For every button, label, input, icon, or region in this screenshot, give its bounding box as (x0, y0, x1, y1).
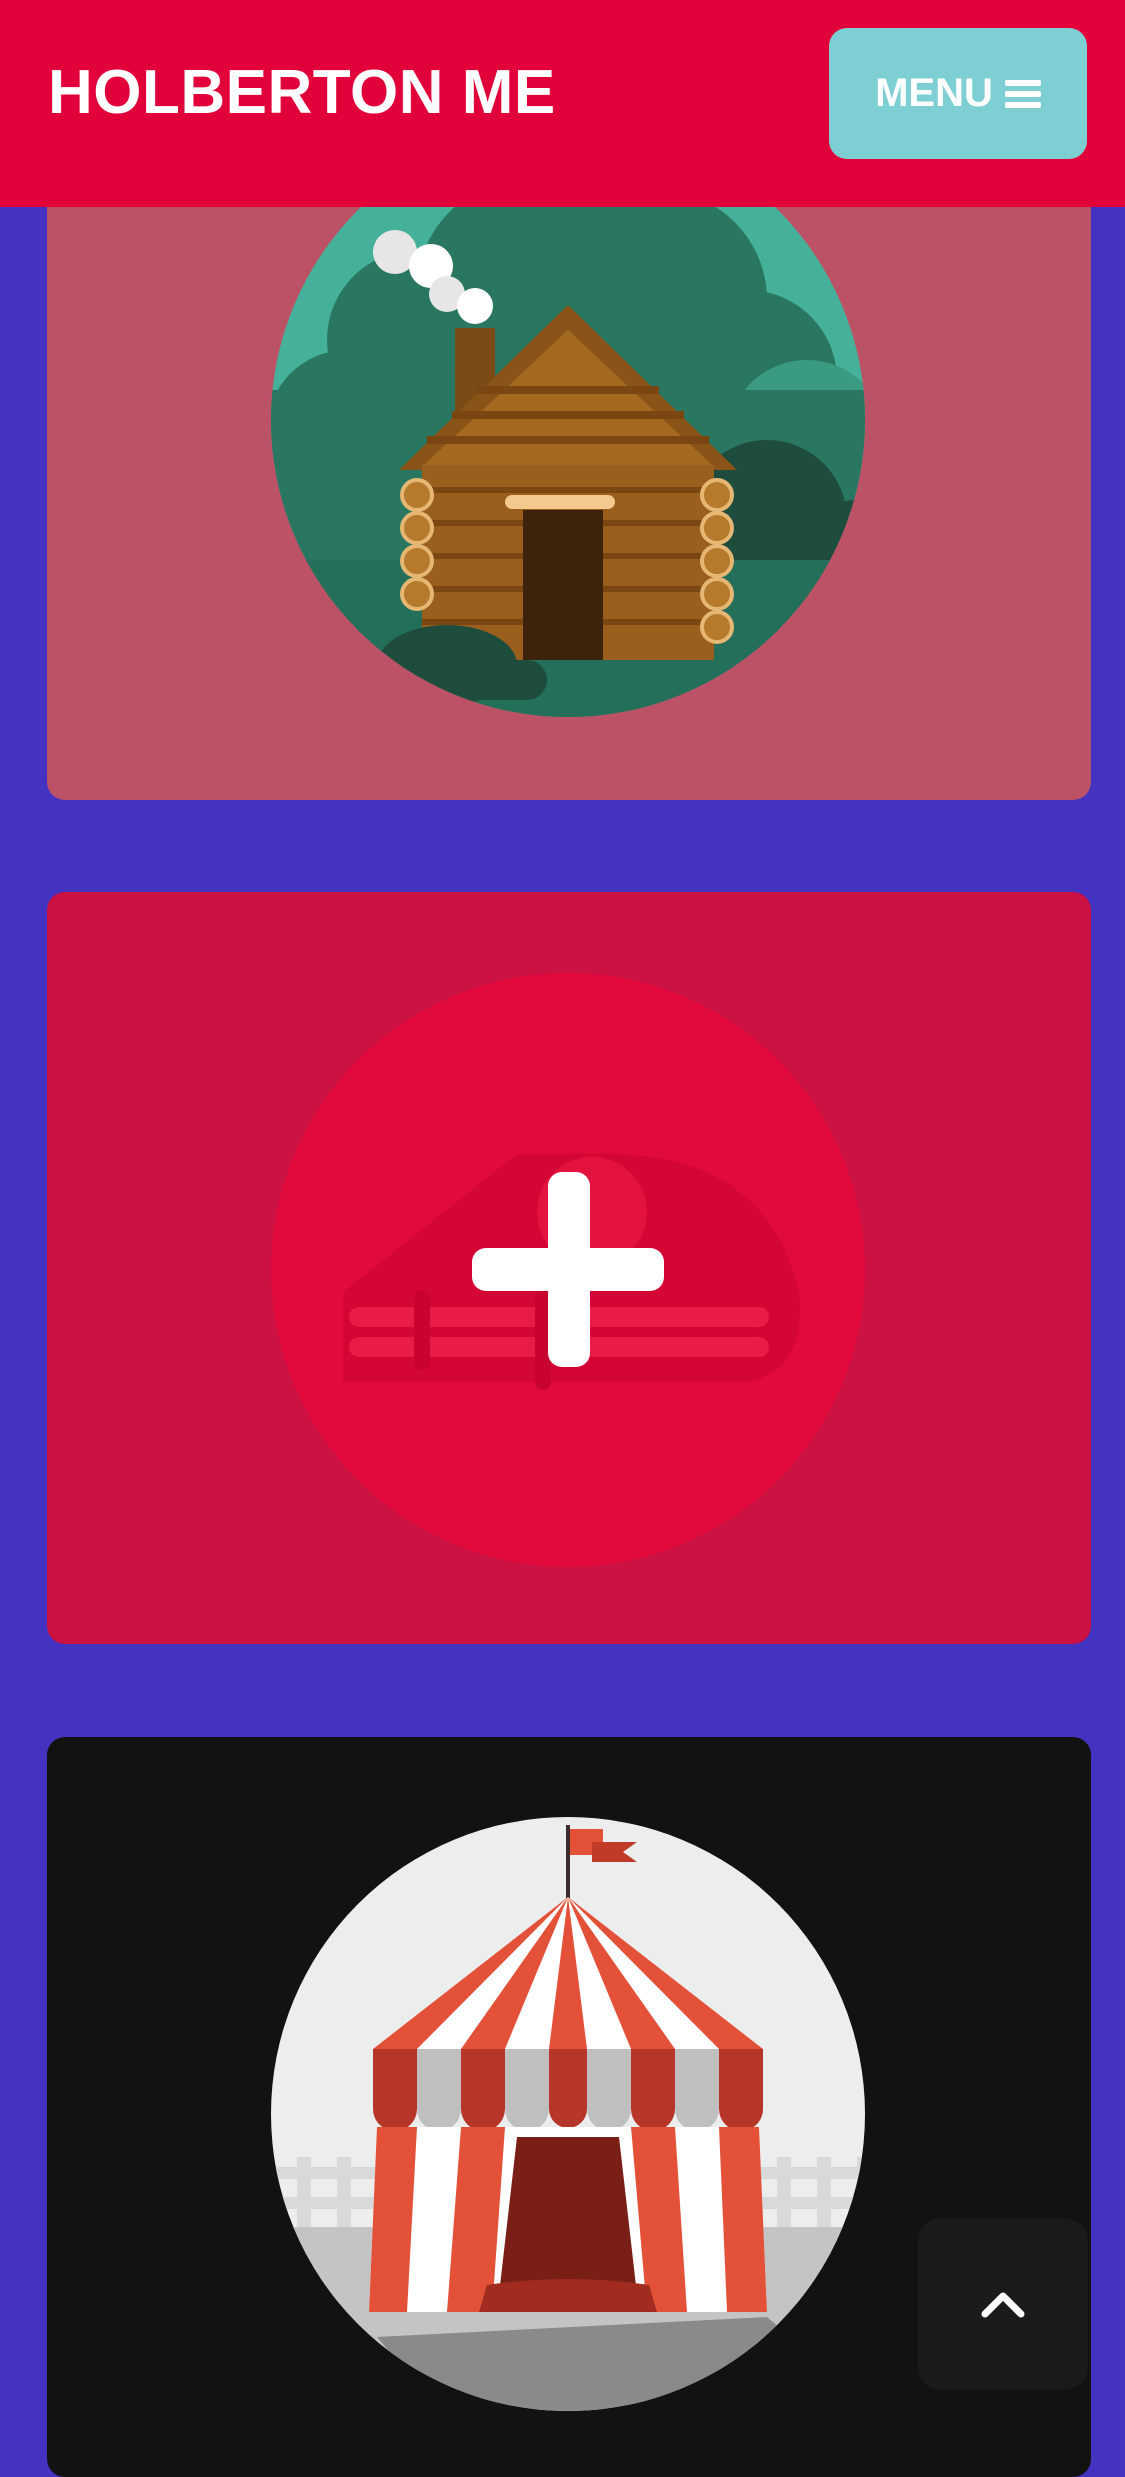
site-header: HOLBERTON ME MENU (0, 0, 1125, 207)
back-to-top-button[interactable] (918, 2219, 1088, 2389)
add-card-illustration (271, 973, 865, 1567)
menu-button[interactable]: MENU (829, 28, 1087, 159)
portfolio-card-add[interactable] (47, 892, 1091, 1644)
chevron-up-icon (981, 2292, 1025, 2318)
hamburger-icon (1004, 79, 1041, 108)
site-title[interactable]: HOLBERTON ME (48, 58, 556, 128)
menu-label: MENU (875, 71, 993, 115)
